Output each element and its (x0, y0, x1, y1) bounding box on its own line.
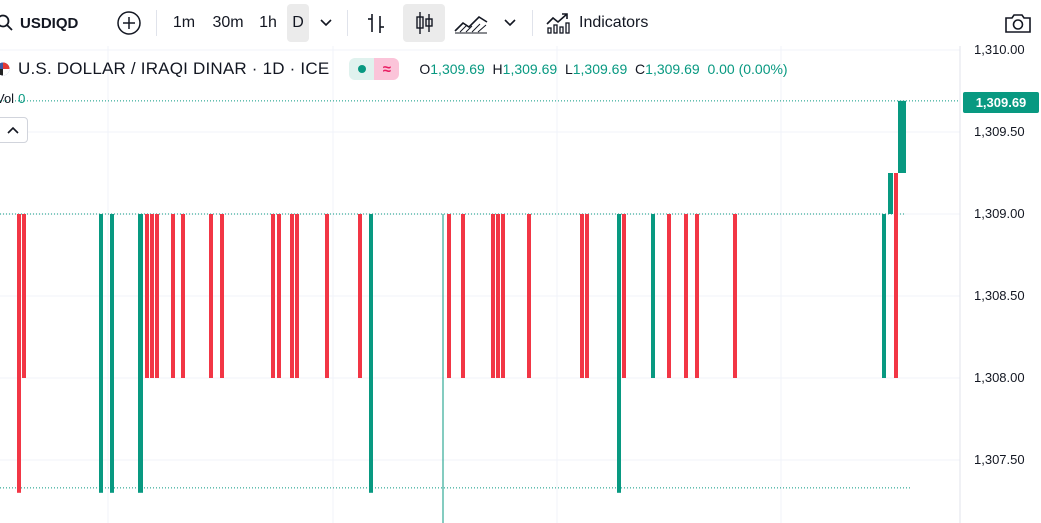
price-bar (22, 214, 26, 378)
low-label: L (564, 61, 573, 77)
price-axis-label: 1,308.50 (974, 288, 1025, 303)
price-bar (325, 214, 329, 378)
price-bar (447, 214, 451, 378)
price-bar (295, 214, 299, 378)
delayed-data-icon: ≈ (374, 58, 400, 80)
price-axis-label: 1,309.50 (974, 124, 1025, 139)
price-bar (150, 214, 154, 378)
price-bar (894, 173, 898, 378)
volume-value: 0 (18, 91, 26, 106)
ohlc-values: O1,309.69 H1,309.69 L1,309.69 C1,309.69 … (419, 61, 787, 77)
price-bar (667, 214, 671, 378)
price-axis-label: 1,307.50 (974, 452, 1025, 467)
price-bar (209, 214, 213, 378)
price-bar (17, 214, 21, 493)
price-bar (580, 214, 584, 378)
price-bar (733, 214, 737, 378)
chart-legend: U.S. DOLLAR / IRAQI DINAR · 1D · ICE ≈ O… (0, 56, 788, 82)
price-bar (155, 214, 159, 378)
price-bar (888, 173, 893, 214)
low-value: 1,309.69 (572, 61, 628, 77)
price-bar (617, 214, 621, 493)
high-value: 1,309.69 (502, 61, 558, 77)
chart-grid (0, 46, 960, 523)
symbol-title[interactable]: U.S. DOLLAR / IRAQI DINAR · 1D · ICE (18, 59, 329, 79)
price-bar (138, 214, 143, 493)
market-status-pill[interactable]: ≈ (349, 58, 400, 80)
price-bar (358, 214, 362, 378)
price-bar (271, 214, 275, 378)
price-bar (99, 214, 103, 493)
flag-icon (0, 62, 10, 76)
volume-legend: Vol0 (0, 91, 25, 106)
price-bar (220, 214, 224, 378)
open-label: O (419, 61, 431, 77)
price-bar (898, 100, 902, 173)
open-value: 1,309.69 (430, 61, 485, 77)
price-bar (527, 214, 531, 378)
price-bar (585, 214, 589, 378)
close-label: C (635, 61, 646, 77)
price-bar (277, 214, 281, 378)
price-axis-label: 1,310.00 (974, 42, 1025, 57)
collapse-legend-button[interactable] (0, 117, 28, 143)
price-bar (496, 214, 500, 378)
high-label: H (492, 61, 503, 77)
market-open-indicator (349, 58, 375, 80)
change-value: 0.00 (0.00%) (707, 61, 788, 77)
price-bar (290, 214, 294, 378)
price-bars (17, 100, 906, 493)
price-bar (171, 214, 175, 378)
price-bar (882, 214, 886, 378)
close-value: 1,309.69 (645, 61, 700, 77)
price-bar (145, 214, 149, 378)
price-bar (181, 214, 185, 378)
volume-label: Vol (0, 91, 15, 106)
price-bar (902, 100, 906, 173)
price-bar (501, 214, 505, 378)
price-bar (491, 214, 495, 378)
price-axis-label: 1,309.00 (974, 206, 1025, 221)
price-bar (684, 214, 688, 378)
price-axis-label: 1,308.00 (974, 370, 1025, 385)
last-price-tag: 1,309.69 (963, 92, 1039, 113)
price-bar (369, 214, 373, 493)
price-bar (461, 214, 465, 378)
price-bar (110, 214, 114, 493)
price-bar (622, 214, 626, 378)
price-bar (651, 214, 655, 378)
chevron-up-icon (7, 126, 19, 134)
price-bar (695, 214, 699, 378)
